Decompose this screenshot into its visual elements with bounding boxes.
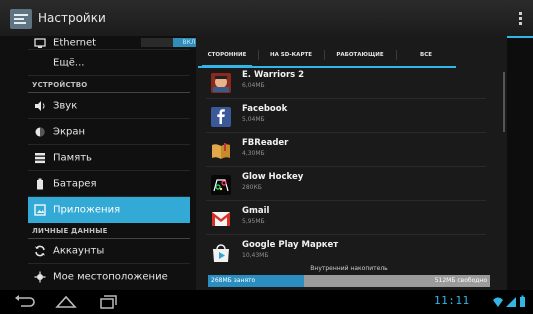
apps-icon — [34, 204, 46, 216]
settings-item-label: Аккаунты — [53, 245, 105, 257]
status-icons — [493, 295, 525, 307]
home-button-icon[interactable] — [53, 294, 79, 310]
tab-all[interactable]: ВСЕ — [398, 44, 454, 66]
app-size: 4,30МБ — [242, 150, 265, 157]
settings-list: Ethernet ВКЛ Ещё... УСТРОЙСТВО Звук Экра… — [0, 36, 196, 290]
gmail-icon — [212, 212, 230, 226]
screen: Настройки Ethernet ВКЛ Ещё... УСТРОЙСТВО — [0, 0, 533, 314]
settings-item-apps[interactable]: Приложения — [28, 197, 190, 223]
tab-sd-card[interactable]: НА SD-КАРТЕ — [260, 44, 322, 66]
app-name: Facebook — [242, 104, 288, 114]
back-button-icon[interactable] — [12, 294, 38, 310]
action-bar: Настройки — [0, 0, 533, 38]
settings-item-more[interactable]: Ещё... — [28, 50, 190, 76]
apps-pane: СТОРОННИЕ НА SD-КАРТЕ РАБОТАЮЩИЕ ВСЕ E. … — [196, 36, 507, 290]
app-size: 6,04МБ — [242, 82, 265, 89]
storage-used-label: 268МБ занято — [211, 277, 256, 284]
scrollbar[interactable] — [503, 72, 505, 132]
settings-item-label: Экран — [53, 126, 86, 137]
storage-icon — [35, 152, 45, 163]
app-name: Google Play Маркет — [242, 240, 339, 250]
app-size: 5,95МБ — [242, 218, 265, 225]
settings-item-sound[interactable]: Звук — [28, 93, 190, 119]
app-size: 10,43МБ — [242, 252, 269, 259]
battery-status-icon — [520, 297, 525, 307]
settings-item-accounts[interactable]: Аккаунты — [28, 239, 190, 264]
app-name: Glow Hockey — [242, 172, 304, 182]
settings-item-location[interactable]: Мое местоположение — [28, 264, 190, 290]
navigation-bar: 11:11 — [0, 290, 533, 314]
status-clock: 11:11 — [434, 294, 470, 307]
settings-item-label: Приложения — [53, 204, 121, 216]
ethernet-icon — [34, 38, 46, 48]
settings-item-label: Батарея — [53, 178, 97, 189]
tab-divider — [324, 50, 325, 60]
storage-bar: 268МБ занято 512МБ свободно — [208, 275, 490, 287]
settings-item-label: Мое местоположение — [53, 271, 168, 283]
app-row[interactable]: Facebook 5,04МБ — [206, 100, 486, 133]
page-title: Настройки — [38, 11, 106, 25]
settings-item-label: Ещё... — [53, 57, 85, 68]
glow-hockey-icon — [211, 175, 231, 195]
display-icon — [35, 127, 45, 136]
fbreader-icon — [212, 143, 230, 159]
battery-icon — [37, 178, 43, 189]
settings-item-label: Память — [53, 152, 92, 163]
ethernet-toggle[interactable]: ВКЛ — [141, 38, 196, 47]
e-warriors-icon — [211, 73, 231, 93]
settings-app-icon[interactable] — [10, 9, 32, 29]
tab-running[interactable]: РАБОТАЮЩИЕ — [326, 44, 394, 66]
app-name: E. Warriors 2 — [242, 70, 305, 80]
app-row[interactable]: Glow Hockey 280КБ — [206, 168, 486, 201]
recent-apps-button-icon[interactable] — [95, 294, 121, 310]
storage-free-label: 512МБ свободно — [434, 277, 487, 284]
location-icon — [34, 271, 46, 283]
signal-icon — [506, 297, 516, 307]
settings-item-ethernet[interactable]: Ethernet ВКЛ — [28, 36, 196, 50]
tab-third-party[interactable]: СТОРОННИЕ — [198, 44, 256, 68]
app-row[interactable]: Gmail 5,95МБ — [206, 202, 486, 235]
play-store-icon — [213, 244, 229, 262]
app-size: 280КБ — [242, 184, 262, 191]
facebook-icon — [211, 107, 231, 127]
volume-icon — [35, 100, 45, 111]
app-size: 5,04МБ — [242, 116, 265, 123]
settings-item-battery[interactable]: Батарея — [28, 171, 190, 197]
sync-icon — [35, 245, 45, 257]
storage-indicator: Внутренний накопитель 268МБ занято 512МБ… — [208, 264, 490, 288]
settings-item-storage[interactable]: Память — [28, 145, 190, 171]
app-row[interactable]: E. Warriors 2 6,04МБ — [206, 66, 486, 99]
wifi-icon — [493, 297, 503, 307]
settings-item-label: Звук — [53, 100, 78, 111]
settings-item-display[interactable]: Экран — [28, 119, 190, 145]
overflow-menu-icon[interactable] — [519, 12, 523, 26]
app-name: Gmail — [242, 206, 270, 216]
app-name: FBReader — [242, 138, 289, 148]
tab-divider — [396, 50, 397, 60]
settings-item-label: Ethernet — [53, 37, 97, 49]
section-header-personal: ЛИЧНЫЕ ДАННЫЕ — [28, 223, 190, 239]
apps-tab-bar: СТОРОННИЕ НА SD-КАРТЕ РАБОТАЮЩИЕ ВСЕ — [198, 44, 456, 68]
tab-divider — [258, 50, 259, 60]
app-row[interactable]: FBReader 4,30МБ — [206, 134, 486, 167]
section-header-device: УСТРОЙСТВО — [28, 76, 190, 93]
toggle-on-label: ВКЛ — [173, 38, 196, 47]
storage-title: Внутренний накопитель — [310, 265, 388, 272]
